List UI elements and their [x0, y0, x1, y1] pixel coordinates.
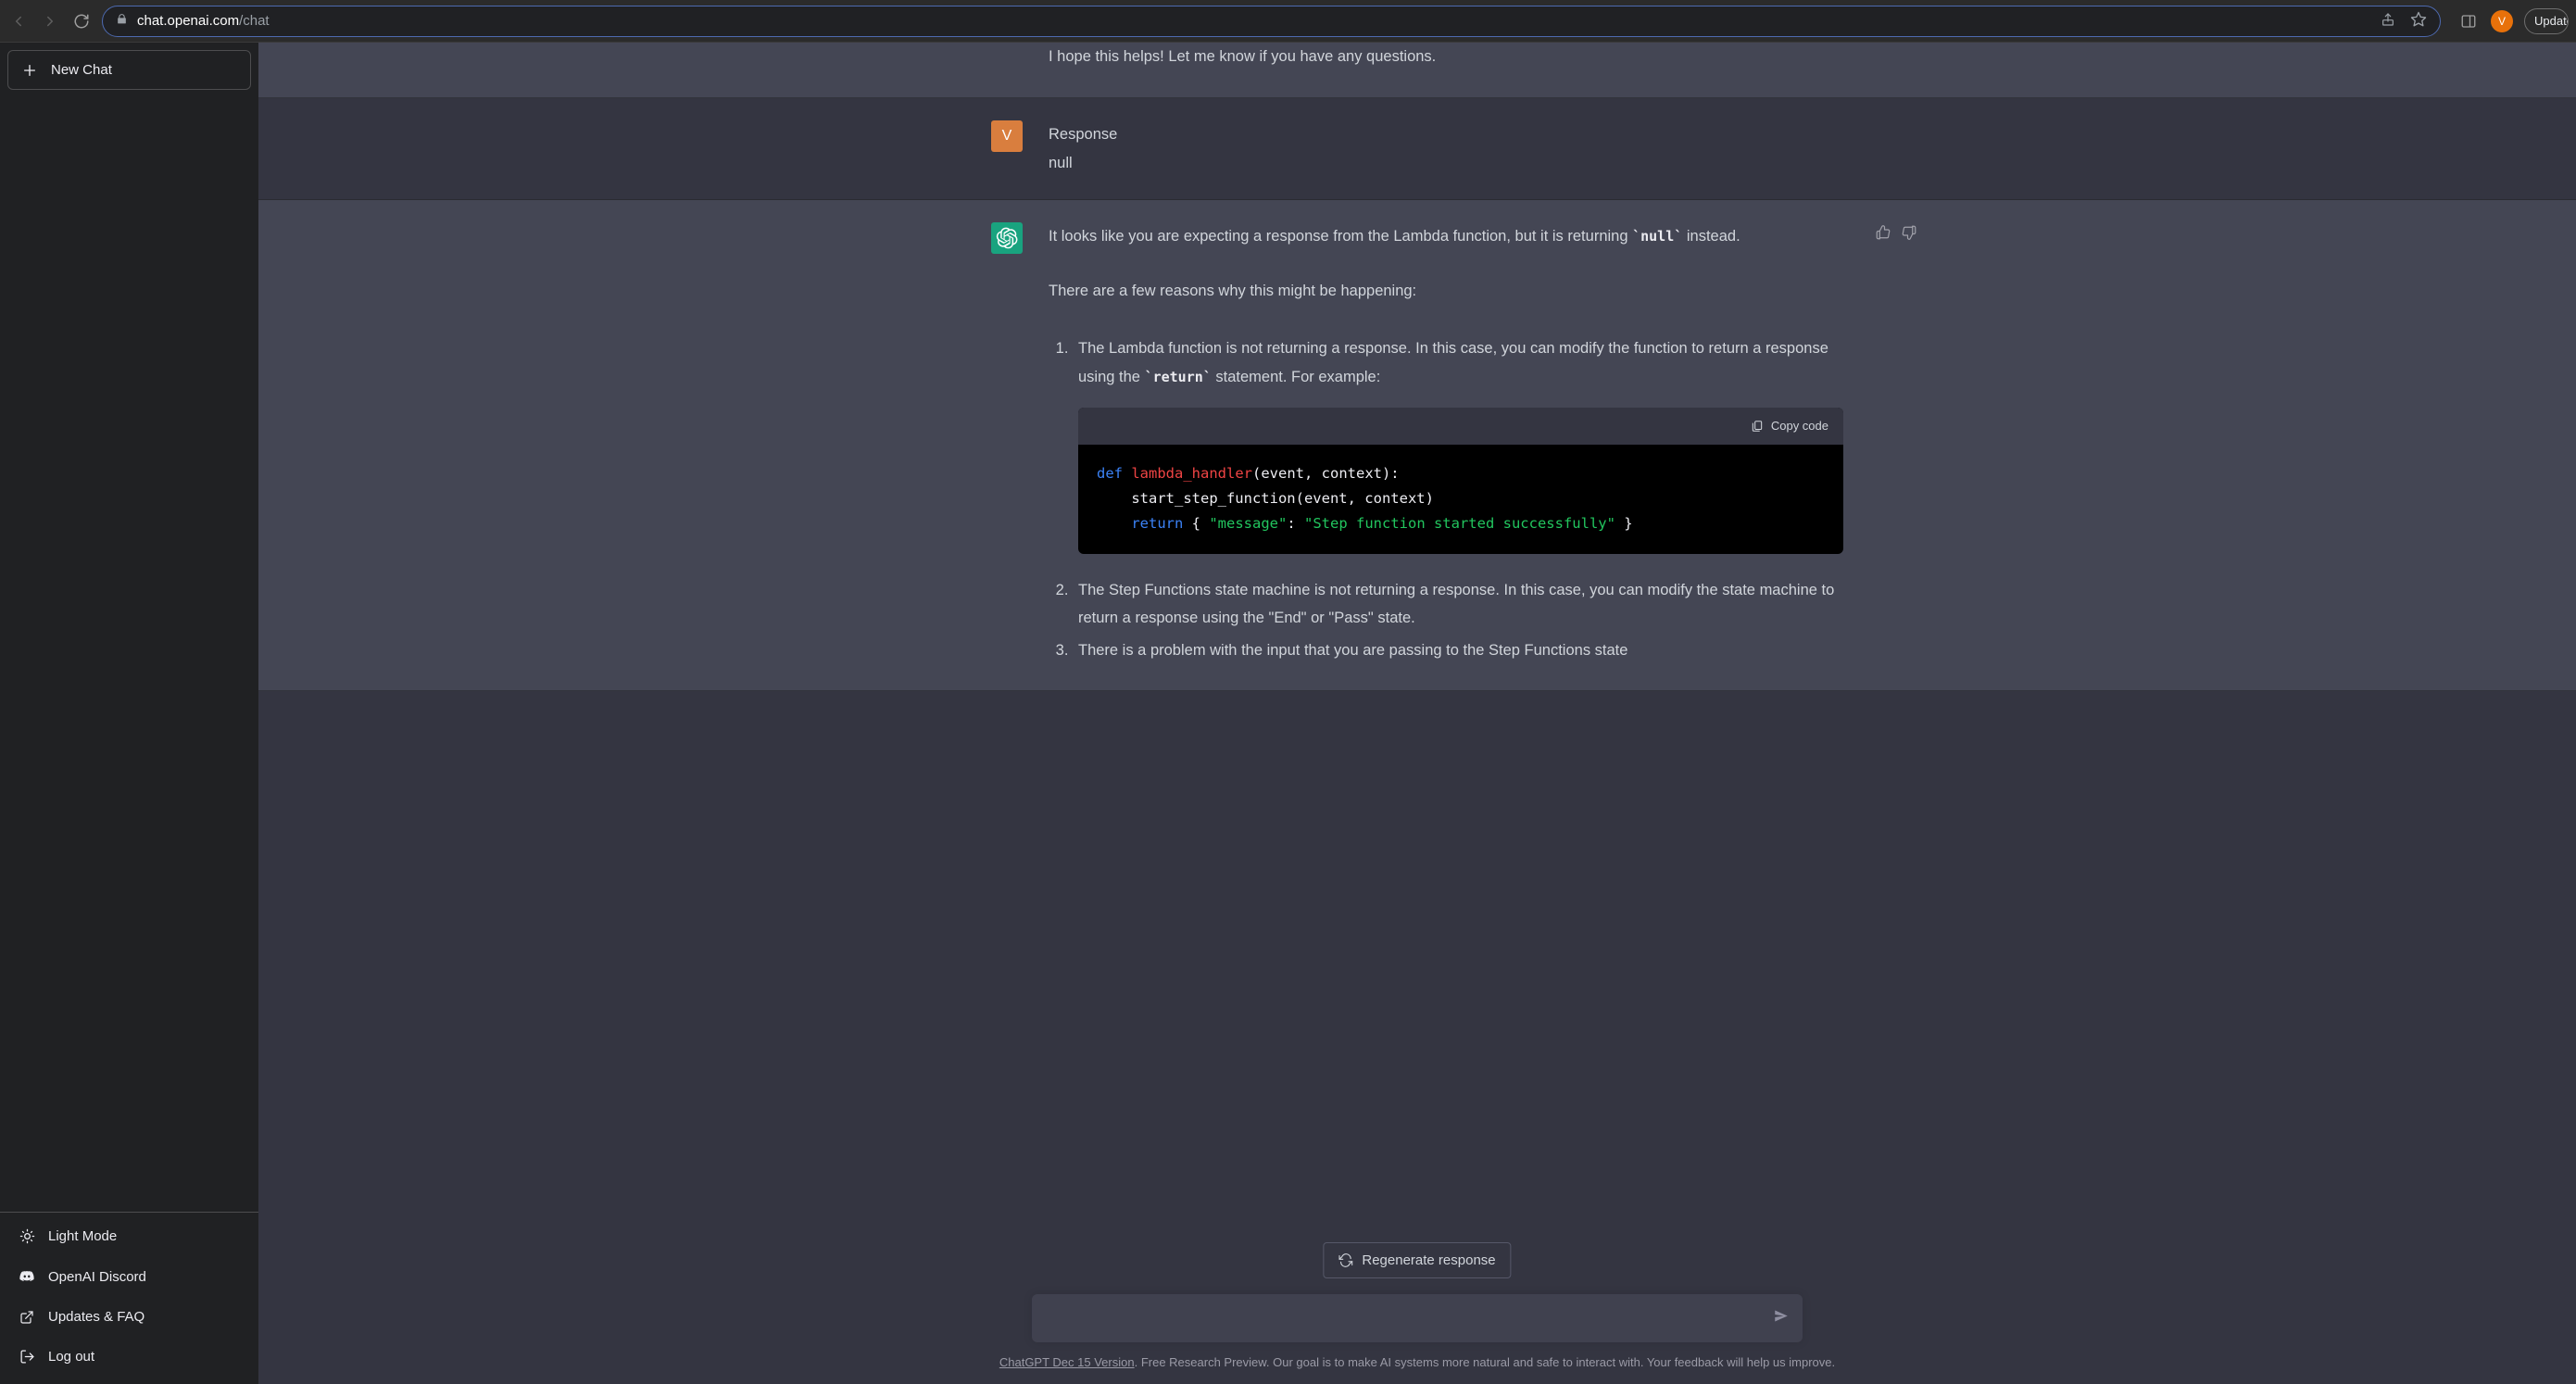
assistant-message-prev: I hope this helps! Let me know if you ha…: [258, 43, 2576, 98]
sun-icon: [19, 1228, 35, 1244]
list-item: The Lambda function is not returning a r…: [1073, 334, 1843, 553]
sidebar-item-label: OpenAI Discord: [48, 1269, 146, 1285]
code-text: def lambda_handler(event, context): star…: [1078, 445, 1843, 553]
thumbs-up-icon[interactable]: [1875, 222, 1891, 251]
message-text: It looks like you are expecting a respon…: [1049, 222, 1843, 251]
logout-icon: [19, 1349, 35, 1365]
user-avatar: V: [991, 120, 1023, 152]
chat-input[interactable]: [1032, 1294, 1803, 1342]
send-button[interactable]: [1773, 1308, 1790, 1329]
url-domain: chat.openai.com: [137, 13, 239, 29]
app: New Chat Light Mode OpenAI Discord Updat…: [0, 43, 2576, 1384]
sidebar-item-label: Log out: [48, 1349, 94, 1365]
sidebar-item-label: Light Mode: [48, 1228, 117, 1244]
sidebar-item-label: Updates & FAQ: [48, 1309, 145, 1325]
user-text-line: null: [1049, 149, 1843, 178]
sidebar-item-light-mode[interactable]: Light Mode: [7, 1216, 251, 1256]
message-list: The Lambda function is not returning a r…: [1049, 334, 1843, 664]
footer-version-link[interactable]: ChatGPT Dec 15 Version: [999, 1355, 1135, 1369]
nav-forward[interactable]: [39, 10, 61, 32]
regenerate-button[interactable]: Regenerate response: [1323, 1242, 1511, 1278]
discord-icon: [19, 1268, 35, 1285]
bookmark-star-icon[interactable]: [2410, 11, 2427, 31]
list-item: The Step Functions state machine is not …: [1073, 576, 1843, 633]
new-chat-label: New Chat: [51, 62, 112, 78]
composer-area: Regenerate response ChatGPT Dec 15 Versi…: [258, 1294, 2576, 1384]
panel-icon[interactable]: [2457, 10, 2480, 32]
nav-back[interactable]: [7, 10, 30, 32]
browser-toolbar: chat.openai.com/chat V Update: [0, 0, 2576, 43]
assistant-message: It looks like you are expecting a respon…: [258, 200, 2576, 691]
new-chat-button[interactable]: New Chat: [7, 50, 251, 90]
footer-text: . Free Research Preview. Our goal is to …: [1135, 1355, 1836, 1369]
list-item: There is a problem with the input that y…: [1073, 636, 1843, 665]
lock-icon: [116, 13, 128, 29]
profile-avatar[interactable]: V: [2491, 10, 2513, 32]
user-text-line: Response: [1049, 120, 1843, 149]
sidebar-divider: [0, 1212, 258, 1213]
chat-scroll[interactable]: I hope this helps! Let me know if you ha…: [258, 43, 2576, 1294]
sidebar-item-discord[interactable]: OpenAI Discord: [7, 1256, 251, 1297]
message-text: I hope this helps! Let me know if you ha…: [1049, 43, 1843, 71]
external-link-icon: [19, 1310, 35, 1325]
code-block: Copy code def lambda_handler(event, cont…: [1078, 408, 1843, 553]
main: I hope this helps! Let me know if you ha…: [258, 43, 2576, 1384]
footer: ChatGPT Dec 15 Version. Free Research Pr…: [277, 1355, 2557, 1369]
sidebar-item-logout[interactable]: Log out: [7, 1337, 251, 1377]
sidebar-item-updates-faq[interactable]: Updates & FAQ: [7, 1297, 251, 1337]
assistant-avatar: [991, 222, 1023, 254]
url-path: /chat: [239, 13, 270, 29]
copy-code-button[interactable]: Copy code: [1078, 408, 1843, 445]
feedback-controls: [1875, 222, 1917, 251]
update-button[interactable]: Update: [2524, 8, 2569, 34]
plus-icon: [21, 63, 38, 78]
share-icon[interactable]: [2381, 12, 2395, 31]
message-text: There are a few reasons why this might b…: [1049, 277, 1843, 306]
user-message: V Response null: [258, 98, 2576, 200]
url-bar[interactable]: chat.openai.com/chat: [102, 6, 2441, 37]
copy-code-label: Copy code: [1771, 415, 1828, 437]
nav-reload[interactable]: [70, 10, 93, 32]
thumbs-down-icon[interactable]: [1901, 222, 1917, 251]
sidebar: New Chat Light Mode OpenAI Discord Updat…: [0, 43, 258, 1384]
regenerate-label: Regenerate response: [1362, 1252, 1495, 1268]
